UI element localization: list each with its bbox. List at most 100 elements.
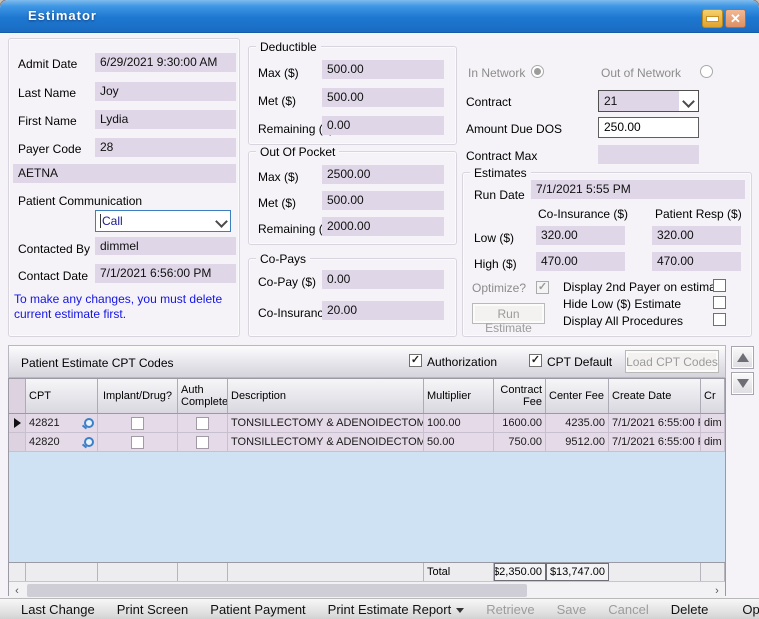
- horizontal-scrollbar[interactable]: ‹ ›: [9, 581, 725, 599]
- coinsurance-field: 20.00: [322, 301, 444, 320]
- implant-drug-checkbox[interactable]: [131, 436, 144, 449]
- patient-communication-value: Call: [100, 214, 123, 228]
- estimator-window: Estimator ✕ Admit Date 6/29/2021 9:30:00…: [0, 0, 759, 619]
- deductible-met-label: Met ($): [258, 94, 296, 108]
- contract-max-field: [598, 145, 699, 164]
- deductible-met-field: 500.00: [322, 88, 444, 107]
- chevron-down-icon: [215, 215, 228, 228]
- admit-date-label: Admit Date: [18, 57, 77, 71]
- close-button[interactable]: ✕: [725, 9, 746, 28]
- delete-button[interactable]: Delete: [660, 602, 720, 617]
- created-by-cell[interactable]: dim: [701, 414, 725, 432]
- last-name-label: Last Name: [18, 86, 76, 100]
- center-fee-cell[interactable]: 4235.00: [546, 414, 609, 432]
- scroll-right-icon[interactable]: ›: [709, 585, 725, 597]
- contract-max-label: Contract Max: [466, 149, 537, 163]
- grid-total-row: Total $2,350.00 $13,747.00: [9, 563, 725, 581]
- minimize-button[interactable]: [702, 9, 723, 28]
- hide-low-estimate-label: Hide Low ($) Estimate: [563, 297, 681, 311]
- lookup-magnifier-icon[interactable]: [84, 418, 94, 428]
- hide-low-estimate-checkbox[interactable]: [713, 296, 726, 309]
- amount-due-dos-input[interactable]: 250.00: [598, 117, 699, 138]
- optimize-checkbox[interactable]: [536, 281, 549, 294]
- auth-complete-checkbox[interactable]: [196, 436, 209, 449]
- row-selector-cell[interactable]: [9, 433, 26, 451]
- table-row[interactable]: 42821 TONSILLECTOMY & ADENOIDECTOM 100.0…: [9, 414, 725, 433]
- row-up-button[interactable]: [731, 346, 754, 369]
- multiplier-cell[interactable]: 100.00: [424, 414, 494, 432]
- implant-drug-cell[interactable]: [98, 433, 178, 451]
- cpt-cell[interactable]: 42820: [26, 433, 98, 451]
- cpt-default-checkbox[interactable]: [529, 354, 542, 367]
- contract-fee-cell[interactable]: 750.00: [494, 433, 546, 451]
- scroll-left-icon[interactable]: ‹: [9, 585, 25, 597]
- deductible-remaining-field: 0.00: [322, 116, 444, 135]
- header-cpt[interactable]: CPT: [26, 379, 98, 413]
- high-patient-resp-field: 470.00: [652, 252, 741, 271]
- cancel-button[interactable]: Cancel: [597, 602, 659, 617]
- contract-fee-cell[interactable]: 1600.00: [494, 414, 546, 432]
- contact-date-field[interactable]: 7/1/2021 6:56:00 PM: [95, 264, 236, 283]
- header-create-date[interactable]: Create Date: [609, 379, 701, 413]
- cpt-section-bar: Patient Estimate CPT Codes Authorization…: [8, 345, 726, 378]
- patient-resp-column-header: Patient Resp ($): [655, 207, 742, 221]
- patient-communication-select[interactable]: Call: [95, 210, 231, 232]
- header-implant-drug[interactable]: Implant/Drug?: [98, 379, 178, 413]
- create-date-cell[interactable]: 7/1/2021 6:55:00 P: [609, 414, 701, 432]
- retrieve-button[interactable]: Retrieve: [475, 602, 545, 617]
- auth-complete-cell[interactable]: [178, 414, 228, 432]
- multiplier-cell[interactable]: 50.00: [424, 433, 494, 451]
- contract-select[interactable]: 21: [598, 90, 699, 112]
- created-by-cell[interactable]: dim: [701, 433, 725, 451]
- row-down-button[interactable]: [731, 372, 754, 395]
- table-row[interactable]: 42820 TONSILLECTOMY & ADENOIDECTOM 50.00…: [9, 433, 725, 452]
- header-contract-fee[interactable]: ContractFee: [494, 379, 546, 413]
- payer-code-field[interactable]: 28: [95, 138, 236, 157]
- copays-title: Co-Pays: [256, 252, 310, 266]
- out-of-network-radio[interactable]: [700, 65, 713, 78]
- deductible-max-field: 500.00: [322, 60, 444, 79]
- high-label: High ($): [474, 257, 517, 271]
- header-multiplier[interactable]: Multiplier: [424, 379, 494, 413]
- admit-date-field[interactable]: 6/29/2021 9:30:00 AM: [95, 53, 236, 72]
- load-cpt-codes-button[interactable]: Load CPT Codes: [625, 350, 719, 373]
- current-row-arrow-icon: [14, 418, 21, 428]
- authorization-checkbox[interactable]: [409, 354, 422, 367]
- display-all-procedures-checkbox[interactable]: [713, 313, 726, 326]
- description-cell[interactable]: TONSILLECTOMY & ADENOIDECTOM: [228, 433, 424, 451]
- implant-drug-cell[interactable]: [98, 414, 178, 432]
- auth-complete-cell[interactable]: [178, 433, 228, 451]
- row-selector-cell[interactable]: [9, 414, 26, 432]
- print-screen-button[interactable]: Print Screen: [106, 602, 200, 617]
- in-network-radio[interactable]: [531, 65, 544, 78]
- display-2nd-payer-checkbox[interactable]: [713, 279, 726, 292]
- header-auth-complete[interactable]: AuthComplete: [178, 379, 228, 413]
- save-button[interactable]: Save: [546, 602, 598, 617]
- first-name-field[interactable]: Lydia: [95, 110, 236, 129]
- auth-complete-checkbox[interactable]: [196, 417, 209, 430]
- header-created-by[interactable]: Cr: [701, 379, 725, 413]
- lookup-magnifier-icon[interactable]: [84, 437, 94, 447]
- run-date-field: 7/1/2021 5:55 PM: [531, 180, 745, 199]
- last-change-button[interactable]: Last Change: [10, 602, 106, 617]
- last-name-field[interactable]: Joy: [95, 82, 236, 101]
- oop-remaining-field: 2000.00: [322, 217, 444, 236]
- create-date-cell[interactable]: 7/1/2021 6:55:00 P: [609, 433, 701, 451]
- description-cell[interactable]: TONSILLECTOMY & ADENOIDECTOM: [228, 414, 424, 432]
- scrollbar-thumb[interactable]: [27, 584, 527, 597]
- run-estimate-button[interactable]: Run Estimate: [472, 303, 545, 324]
- center-fee-cell[interactable]: 9512.00: [546, 433, 609, 451]
- implant-drug-checkbox[interactable]: [131, 417, 144, 430]
- patient-payment-button[interactable]: Patient Payment: [199, 602, 316, 617]
- grid-empty-area: [9, 452, 725, 563]
- print-estimate-report-button[interactable]: Print Estimate Report: [317, 602, 476, 617]
- contacted-by-field[interactable]: dimmel: [95, 237, 236, 255]
- title-bar[interactable]: Estimator ✕: [0, 0, 759, 33]
- patient-communication-label: Patient Communication: [18, 194, 142, 208]
- header-description[interactable]: Description: [228, 379, 424, 413]
- header-center-fee[interactable]: Center Fee: [546, 379, 609, 413]
- open-recent-button[interactable]: Open Recent: [731, 602, 759, 617]
- low-patient-resp-field: 320.00: [652, 226, 741, 245]
- oop-max-label: Max ($): [258, 170, 299, 184]
- cpt-cell[interactable]: 42821: [26, 414, 98, 432]
